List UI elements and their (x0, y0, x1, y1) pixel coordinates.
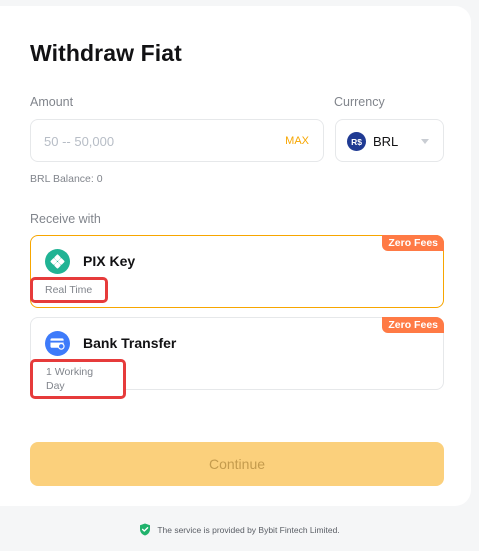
method-pix-key[interactable]: Zero Fees PIX Key Real Time (30, 235, 444, 308)
withdraw-card: Withdraw Fiat Amount Currency MAX R$ BRL… (0, 6, 471, 506)
shield-check-icon (140, 523, 151, 536)
method-name: Bank Transfer (83, 335, 177, 351)
amount-field[interactable]: MAX (30, 119, 324, 162)
chevron-down-icon (421, 139, 429, 144)
pix-icon (45, 249, 70, 274)
bank-card-icon (45, 331, 70, 356)
currency-label: Currency (334, 95, 385, 109)
zero-fees-badge: Zero Fees (382, 235, 444, 251)
receive-with-label: Receive with (30, 212, 101, 226)
processing-time-tag: Real Time (30, 277, 108, 303)
balance-text: BRL Balance: 0 (30, 173, 103, 185)
brl-currency-icon: R$ (347, 132, 366, 151)
zero-fees-badge: Zero Fees (382, 317, 444, 333)
footer-text: The service is provided by Bybit Fintech… (157, 524, 340, 535)
method-bank-transfer[interactable]: Zero Fees Bank Transfer 1 Working Day (30, 317, 444, 399)
max-button[interactable]: MAX (285, 135, 309, 147)
page-title: Withdraw Fiat (30, 40, 182, 66)
processing-time-tag: 1 Working Day (30, 359, 126, 399)
footer: The service is provided by Bybit Fintech… (0, 523, 479, 536)
currency-value: BRL (373, 134, 399, 149)
amount-input[interactable] (44, 132, 264, 150)
amount-label: Amount (30, 95, 74, 109)
method-name: PIX Key (83, 253, 136, 269)
currency-select[interactable]: R$ BRL (335, 119, 444, 162)
continue-button[interactable]: Continue (30, 442, 444, 486)
